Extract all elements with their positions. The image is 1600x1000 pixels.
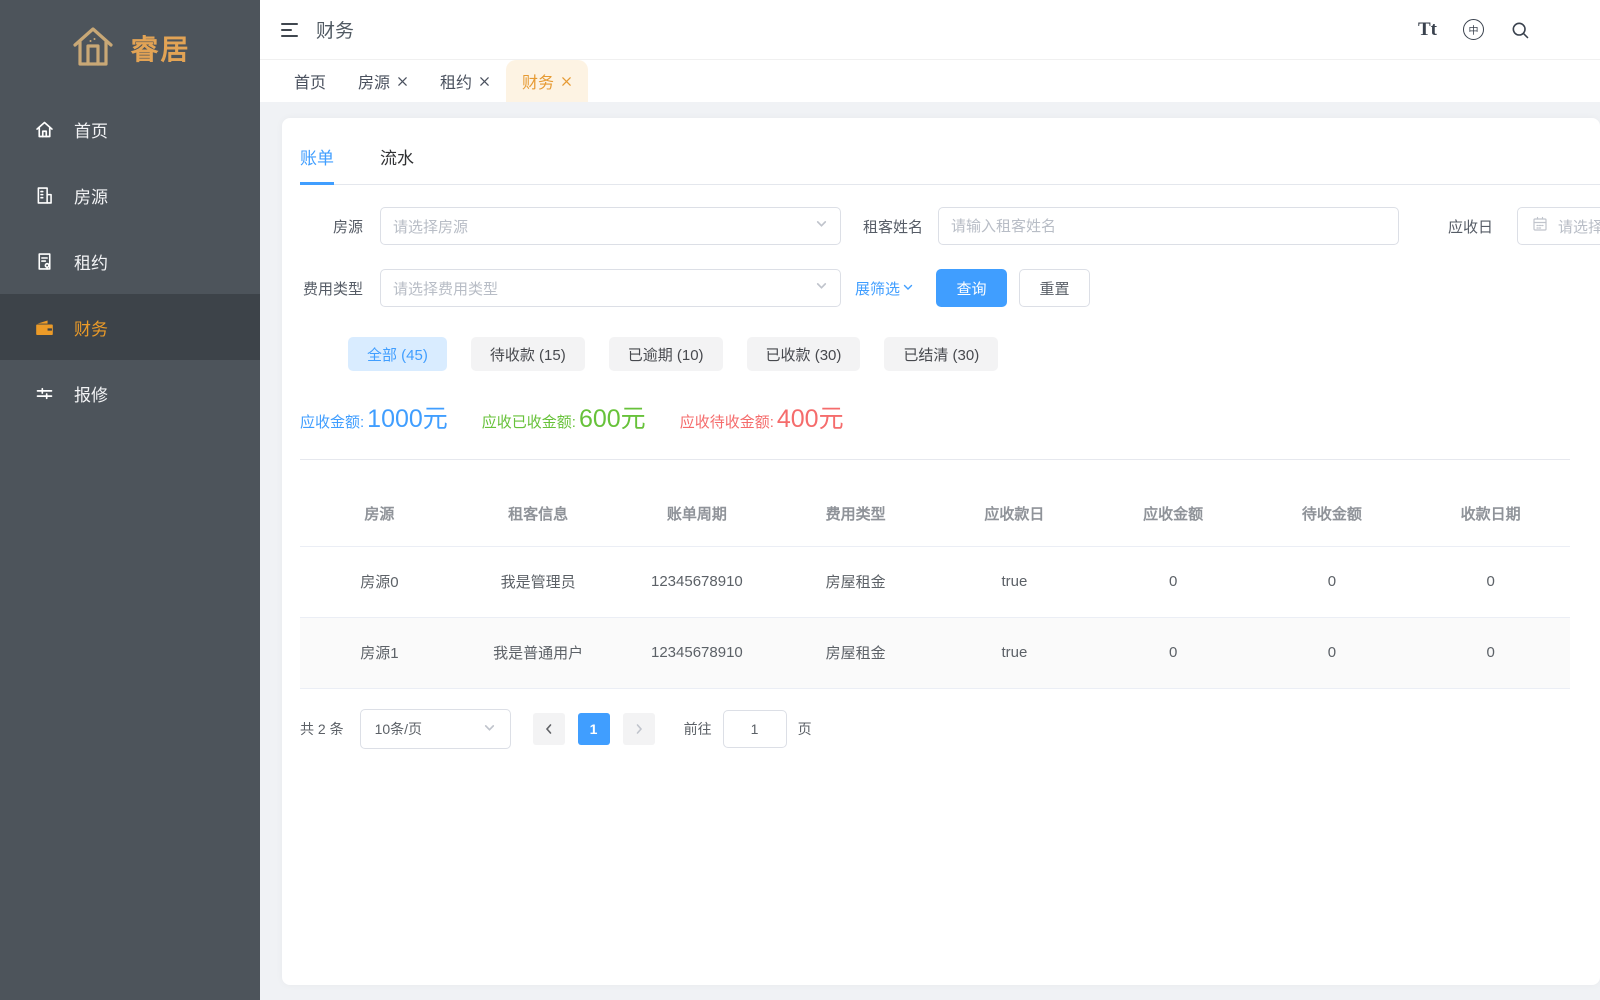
lease-icon [33,250,55,272]
chevron-down-icon [815,279,828,297]
tab-flow[interactable]: 流水 [380,144,414,184]
tab-properties[interactable]: 房源 [342,60,424,102]
amount-summary: 应收金额: 1000元 应收已收金额: 600元 应收待收金额: 400元 [300,399,1600,435]
sidebar-menu: 首页 房源 租约 [0,96,260,426]
page-title: 财务 [316,16,354,43]
total-count: 共 2 条 [300,719,344,739]
font-size-icon[interactable]: Tt [1418,19,1437,41]
language-icon[interactable]: 中 [1463,19,1484,40]
query-button[interactable]: 查询 [936,269,1007,307]
sidebar-item-label: 财务 [74,315,108,340]
tenant-label: 租客姓名 [855,216,923,237]
due-date-label: 应收日 [1433,216,1493,237]
fee-type-select[interactable]: 请选择费用类型 [380,269,841,307]
filter-row-2: 费用类型 请选择费用类型 展筛选 查询 重置 [300,269,1600,307]
panel-tabs: 账单 流水 [300,144,1600,185]
sidebar: 睿居 首页 房源 租 [0,0,260,1000]
chevron-down-icon [483,721,496,737]
page-size-select[interactable]: 10条/页 [360,709,511,749]
chevron-down-icon [902,280,914,297]
top-bar: 财务 Tt 中 [260,0,1600,60]
table-header-row: 房源 租客信息 账单周期 费用类型 应收款日 应收金额 待收金额 收款日期 [300,482,1570,546]
page-unit-label: 页 [798,719,812,739]
col-receipt-date: 收款日期 [1411,482,1570,546]
sliders-icon [33,382,55,404]
main-area: 财务 Tt 中 首页 房源 租约 [260,0,1600,1000]
due-date-picker[interactable]: 请选择 [1517,207,1600,245]
property-select[interactable]: 请选择房源 [380,207,841,245]
close-icon[interactable] [479,76,490,87]
close-icon[interactable] [561,76,572,87]
sidebar-item-label: 房源 [74,183,108,208]
goto-label: 前往 [684,719,712,739]
wallet-icon [33,316,55,338]
tab-finance[interactable]: 财务 [506,60,588,102]
col-due-date: 应收款日 [935,482,1094,546]
col-fee-type: 费用类型 [776,482,935,546]
col-receivable: 应收金额 [1094,482,1253,546]
prev-page-button[interactable] [533,713,565,745]
app-logo[interactable]: 睿居 [0,0,260,96]
col-property: 房源 [300,482,459,546]
sidebar-item-home[interactable]: 首页 [0,96,260,162]
filter-form: 房源 请选择房源 租客姓名 应收日 [300,207,1600,307]
opened-tabs-bar: 首页 房源 租约 财务 [260,60,1600,102]
chip-received[interactable]: 已收款 (30) [747,337,861,371]
tab-leases[interactable]: 租约 [424,60,506,102]
col-bill-period: 账单周期 [618,482,777,546]
sidebar-item-label: 租约 [74,249,108,274]
status-filter-chips: 全部 (45) 待收款 (15) 已逾期 (10) 已收款 (30) 已结清 (… [348,337,1600,371]
content-area: 账单 流水 房源 请选择房源 租客姓名 应 [260,102,1600,1000]
page-number-1[interactable]: 1 [578,713,610,745]
finance-card: 账单 流水 房源 请选择房源 租客姓名 应 [282,118,1600,985]
table-row[interactable]: 房源0 我是管理员 12345678910 房屋租金 true 0 0 0 [300,546,1570,617]
chevron-down-icon [815,217,828,235]
chip-overdue[interactable]: 已逾期 (10) [609,337,723,371]
home-icon [33,118,55,140]
col-unreceived: 待收金额 [1253,482,1412,546]
close-icon[interactable] [397,76,408,87]
top-actions: Tt 中 [1418,19,1580,41]
reset-button[interactable]: 重置 [1019,269,1090,307]
next-page-button[interactable] [623,713,655,745]
sidebar-item-finance[interactable]: 财务 [0,294,260,360]
col-tenant: 租客信息 [459,482,618,546]
goto-page-input[interactable] [723,710,787,748]
chip-settled[interactable]: 已结清 (30) [884,337,998,371]
divider [300,459,1570,460]
unreceived-amount: 应收待收金额: 400元 [680,399,844,435]
property-label: 房源 [300,216,363,237]
receivable-amount: 应收金额: 1000元 [300,399,448,435]
bills-table: 房源 租客信息 账单周期 费用类型 应收款日 应收金额 待收金额 收款日期 房源… [300,482,1570,689]
chip-all[interactable]: 全部 (45) [348,337,447,371]
collapse-sidebar-icon[interactable] [281,21,301,39]
tenant-name-input[interactable] [951,218,1386,235]
sidebar-item-repairs[interactable]: 报修 [0,360,260,426]
tab-bills[interactable]: 账单 [300,144,334,184]
goto-page: 前往 页 [684,710,812,748]
house-logo-icon [69,24,117,73]
app-title: 睿居 [130,28,190,68]
calendar-icon [1532,216,1548,237]
expand-filters-link[interactable]: 展筛选 [855,278,923,299]
sidebar-item-label: 报修 [74,381,108,406]
tenant-name-input-box [938,207,1399,245]
fee-type-label: 费用类型 [286,278,363,299]
received-amount: 应收已收金额: 600元 [482,399,646,435]
table-row[interactable]: 房源1 我是普通用户 12345678910 房屋租金 true 0 0 0 [300,617,1570,688]
sidebar-item-leases[interactable]: 租约 [0,228,260,294]
pagination: 共 2 条 10条/页 1 前往 页 [300,709,1600,749]
filter-row-1: 房源 请选择房源 租客姓名 应收日 [300,207,1600,245]
chip-pending[interactable]: 待收款 (15) [471,337,585,371]
search-icon[interactable] [1510,20,1530,40]
tab-home[interactable]: 首页 [278,60,342,102]
sidebar-item-properties[interactable]: 房源 [0,162,260,228]
building-icon [33,184,55,206]
sidebar-item-label: 首页 [74,117,108,142]
